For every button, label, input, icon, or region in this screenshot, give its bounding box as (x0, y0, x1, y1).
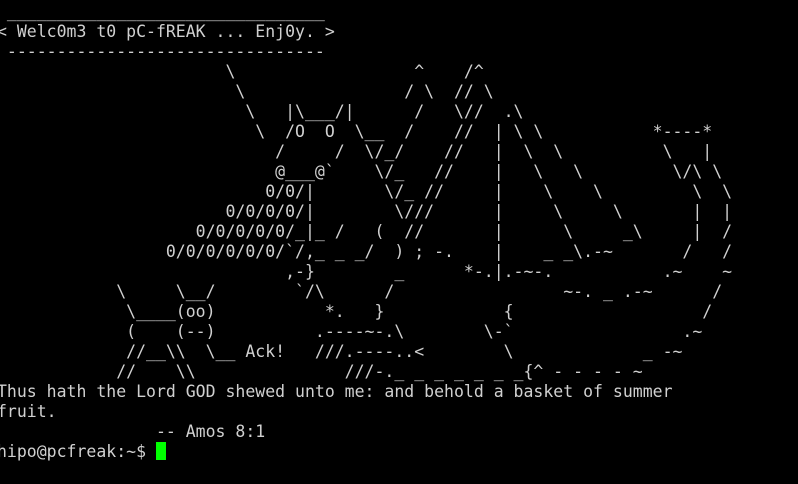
terminal-output: ________________________________ < Welc0… (0, 2, 732, 462)
shell-prompt: hipo@pcfreak:~$ (0, 442, 156, 461)
motd-banner-text: < Welc0m3 t0 pC-fREAK ... Enj0y. > (0, 22, 335, 41)
motd-banner-top: ________________________________ (0, 2, 325, 21)
ascii-art-line: @___@` \/_ // | \ \ \/\ \ (0, 162, 723, 181)
ascii-art-line: \____(oo) *. } { / (0, 302, 713, 321)
motd-banner-bottom: -------------------------------- (0, 42, 325, 61)
ascii-art-line: / / \/_/ // | \ \ \ | (0, 142, 713, 161)
ascii-art-line: \ /O O \__ / // | \ \ *----* (0, 122, 713, 141)
terminal-window[interactable]: ________________________________ < Welc0… (0, 0, 798, 484)
fortune-attribution: -- Amos 8:1 (0, 422, 266, 441)
ascii-art-line: // \\ ///-._ _ _ _ _ _ _{^ - - - - ~ (0, 362, 643, 381)
fortune-quote-line-1: Thus hath the Lord GOD shewed unto me: a… (0, 382, 673, 401)
ascii-art-line: 0/0/| \/_ // | \ \ \ \ (0, 182, 733, 201)
ascii-art-line: //__\\ \__ Ack! ///.----..< \ _ -~ (0, 342, 683, 361)
ascii-art-line: ,-} _ *-.|.-~-. .~ ~ (0, 262, 733, 281)
ascii-art-line: \ \__/ `/\ / ~-. _ .-~ / (0, 282, 723, 301)
ascii-art-line: 0/0/0/0/0/0/`/,_ _ _/ ) ; -. | _ _\.-~ /… (0, 242, 733, 261)
ascii-art-line: 0/0/0/0/| \/// | \ \ | | (0, 202, 733, 221)
text-cursor[interactable] (155, 442, 166, 460)
fortune-quote-line-2: fruit. (0, 402, 57, 421)
ascii-art-line: ( (--) .----~-.\ \-` .~ (0, 322, 703, 341)
ascii-art-line: 0/0/0/0/0/_|_ / ( // | \ _\ | / (0, 222, 733, 241)
ascii-art-line: \ ^ /^ (0, 62, 484, 81)
ascii-art-line: \ |\___/| / \// .\ (0, 102, 524, 121)
ascii-art-line: \ / \ // \ (0, 82, 494, 101)
